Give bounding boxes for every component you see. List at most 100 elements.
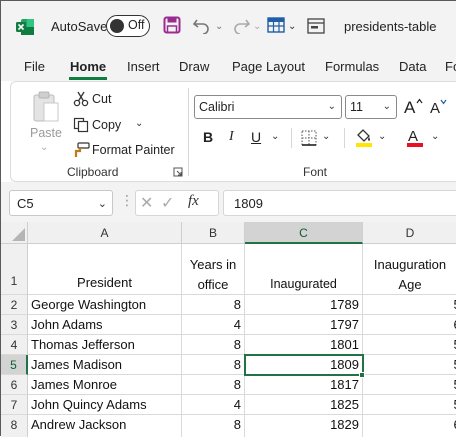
tab-file[interactable]: File [24,59,45,74]
name-box[interactable]: C5 ⌄ [9,190,113,216]
paste-dropdown-icon[interactable]: ⌄ [40,142,48,153]
format-painter-button[interactable]: Format Painter [92,143,175,157]
cell-b8[interactable]: 8 [182,415,245,437]
autosave-toggle[interactable]: Off [106,15,150,37]
scissors-icon[interactable] [73,91,89,107]
row-header-3[interactable]: 3 [1,315,28,335]
cell-d6[interactable]: 58 [363,375,456,395]
cell-a4[interactable]: Thomas Jefferson [28,335,182,355]
table-icon[interactable] [267,17,285,33]
tab-insert[interactable]: Insert [127,59,160,74]
italic-button[interactable]: I [229,129,234,145]
svg-text:A: A [404,98,416,115]
row-header-6[interactable]: 6 [1,375,28,395]
cell-d7[interactable]: 57 [363,395,456,415]
cell-c2[interactable]: 1789 [245,295,363,315]
borders-dropdown-icon[interactable]: ⌄ [322,131,330,142]
row-header-4[interactable]: 4 [1,335,28,355]
cell-a7[interactable]: John Quincy Adams [28,395,182,415]
cell-d2[interactable]: 57 [363,295,456,315]
underline-button[interactable]: U [251,129,261,145]
formula-input[interactable]: 1809 [223,190,456,216]
cell-c1[interactable]: Inaugurated [245,244,363,295]
enter-check-icon[interactable]: ✓ [161,193,174,213]
cell-a1[interactable]: President [28,244,182,295]
cell-c7[interactable]: 1825 [245,395,363,415]
row-header-7[interactable]: 7 [1,395,28,415]
cell-a2[interactable]: George Washington [28,295,182,315]
row-header-5[interactable]: 5 [1,355,28,375]
underline-dropdown-icon[interactable]: ⌄ [271,131,279,142]
cell-b1[interactable]: Years in office [182,244,245,295]
borders-icon[interactable] [301,130,317,146]
cell-d4[interactable]: 57 [363,335,456,355]
cell-a8[interactable]: Andrew Jackson [28,415,182,437]
fill-color-icon[interactable] [355,127,373,147]
column-header-c[interactable]: C [245,222,363,244]
redo-icon[interactable] [231,16,251,34]
bold-button[interactable]: B [203,129,213,145]
more-options-icon[interactable]: ⋮ [120,192,134,209]
cell-b2[interactable]: 8 [182,295,245,315]
tab-data[interactable]: Data [399,59,426,74]
save-icon[interactable] [163,16,181,34]
font-size-select[interactable]: 11 ⌄ [345,95,397,119]
row-header-2[interactable]: 2 [1,295,28,315]
copy-dropdown-icon[interactable]: ⌄ [135,118,143,129]
font-color-dropdown-icon[interactable]: ⌄ [431,131,439,142]
form-icon[interactable] [307,18,325,34]
cell-a3[interactable]: John Adams [28,315,182,335]
fill-color-dropdown-icon[interactable]: ⌄ [378,131,386,142]
select-all-corner[interactable] [1,222,28,244]
cell-b6[interactable]: 8 [182,375,245,395]
redo-dropdown-icon[interactable]: ⌄ [253,21,261,32]
cell-b3[interactable]: 4 [182,315,245,335]
cell-d5[interactable]: 57 [363,355,456,375]
excel-logo-icon [15,17,35,37]
fill-handle[interactable] [359,372,365,378]
cell-d1[interactable]: Inauguration Age [363,244,456,295]
column-header-b[interactable]: B [182,222,245,244]
increase-font-size-icon[interactable]: A [404,97,424,115]
tab-draw[interactable]: Draw [179,59,209,74]
cell-b7[interactable]: 4 [182,395,245,415]
font-color-icon[interactable]: A [406,127,424,147]
cell-a5[interactable]: James Madison [28,355,182,375]
copy-button[interactable]: Copy [92,118,121,132]
cell-c4[interactable]: 1801 [245,335,363,355]
cell-b4[interactable]: 8 [182,335,245,355]
ribbon-tabs: File Home Insert Draw Page Layout Formul… [1,53,456,81]
copy-icon[interactable] [73,117,89,133]
cell-c5[interactable]: 1809 [245,355,363,375]
tab-page-layout[interactable]: Page Layout [232,59,305,74]
worksheet-grid: A B C D 1 2 3 4 5 6 7 8 President Years … [1,222,456,437]
ribbon-separator [291,128,292,148]
tab-format[interactable]: Fo [445,59,456,74]
cell-c6[interactable]: 1817 [245,375,363,395]
column-header-a[interactable]: A [28,222,182,244]
insert-function-button[interactable]: fx [188,193,199,210]
name-box-value: C5 [17,196,34,211]
paste-label[interactable]: Paste [30,126,62,140]
undo-dropdown-icon[interactable]: ⌄ [215,21,223,32]
tab-formulas[interactable]: Formulas [325,59,379,74]
font-family-select[interactable]: Calibri ⌄ [194,95,342,119]
cell-c3[interactable]: 1797 [245,315,363,335]
cell-b5[interactable]: 8 [182,355,245,375]
cut-button[interactable]: Cut [92,92,111,106]
cell-d3[interactable]: 61 [363,315,456,335]
table-dropdown-icon[interactable]: ⌄ [288,21,296,32]
tab-home[interactable]: Home [70,59,106,74]
cell-a6[interactable]: James Monroe [28,375,182,395]
cell-d8[interactable]: 61 [363,415,456,437]
cancel-icon[interactable]: ✕ [140,193,153,213]
format-painter-icon[interactable] [72,142,90,158]
paste-icon[interactable] [31,90,61,124]
clipboard-launcher-icon[interactable] [173,167,183,177]
undo-icon[interactable] [192,16,212,34]
row-header-1[interactable]: 1 [1,244,28,295]
row-header-8[interactable]: 8 [1,415,28,437]
cell-c8[interactable]: 1829 [245,415,363,437]
column-header-d[interactable]: D [363,222,456,244]
decrease-font-size-icon[interactable]: A [430,97,450,115]
